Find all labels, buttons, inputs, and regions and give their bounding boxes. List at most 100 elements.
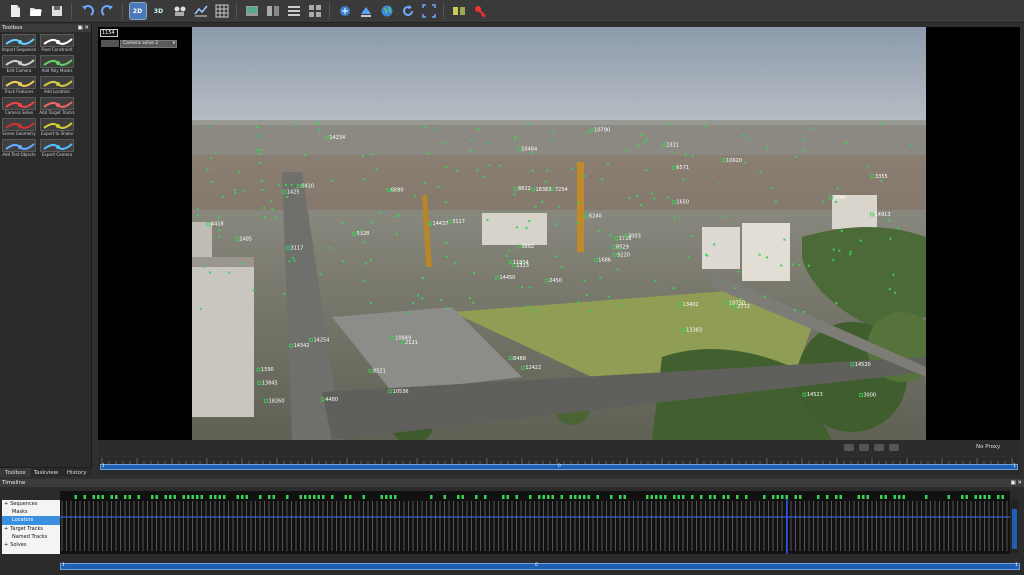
keyframe-marker[interactable] bbox=[700, 495, 703, 499]
keyframe-marker[interactable] bbox=[169, 495, 172, 499]
keyframe-marker[interactable] bbox=[547, 495, 550, 499]
keyframe-marker[interactable] bbox=[115, 495, 118, 499]
keyframe-marker[interactable] bbox=[475, 495, 478, 499]
proxy-label[interactable]: No Proxy bbox=[976, 444, 1000, 450]
keyframe-marker[interactable] bbox=[650, 495, 654, 499]
keyframe-marker[interactable] bbox=[596, 495, 600, 499]
keyframe-marker[interactable] bbox=[574, 495, 577, 499]
scrubber-bar[interactable]: 1 0 1 bbox=[100, 464, 1018, 470]
timeline-tracks[interactable] bbox=[60, 491, 1010, 554]
keyframe-marker[interactable] bbox=[349, 495, 352, 499]
keyframe-marker[interactable] bbox=[245, 495, 249, 499]
keyframe-marker[interactable] bbox=[322, 495, 325, 499]
timeline-range-bar[interactable]: 1 0 1 bbox=[60, 563, 1020, 570]
keyframe-marker[interactable] bbox=[578, 495, 582, 499]
keyframe-marker[interactable] bbox=[772, 495, 775, 499]
keyframe-marker[interactable] bbox=[173, 495, 177, 499]
keyframe-marker[interactable] bbox=[362, 495, 366, 499]
pin-icon[interactable]: ▣ bbox=[1010, 480, 1015, 486]
keyframe-marker[interactable] bbox=[286, 495, 289, 499]
keyframe-marker[interactable] bbox=[709, 495, 712, 499]
play-icon[interactable] bbox=[844, 444, 854, 451]
keyframe-marker[interactable] bbox=[763, 495, 766, 499]
keyframe-marker[interactable] bbox=[673, 495, 676, 499]
keyframe-marker[interactable] bbox=[304, 495, 307, 499]
keyframe-marker[interactable] bbox=[83, 495, 87, 499]
keyframe-marker[interactable] bbox=[659, 495, 663, 499]
tab-toolbox[interactable]: Toolbox bbox=[0, 468, 31, 477]
timeline-item-solves[interactable]: + Solves bbox=[2, 541, 60, 549]
keyframe-marker[interactable] bbox=[430, 495, 433, 499]
keyframe-marker[interactable] bbox=[241, 495, 244, 499]
3d-view-icon[interactable]: 3D bbox=[151, 3, 167, 19]
keyframe-marker[interactable] bbox=[997, 495, 1000, 499]
grid-icon[interactable] bbox=[214, 3, 230, 19]
keyframe-marker[interactable] bbox=[200, 495, 204, 499]
frame-counter[interactable]: 1154 bbox=[100, 29, 118, 37]
keyframe-marker[interactable] bbox=[646, 495, 649, 499]
keyframe-marker[interactable] bbox=[817, 495, 820, 499]
timeline-item-masks[interactable]: Masks bbox=[2, 508, 60, 516]
keyframe-marker[interactable] bbox=[560, 495, 564, 499]
solve-icon[interactable] bbox=[337, 3, 353, 19]
keyframe-marker[interactable] bbox=[236, 495, 240, 499]
tool-import-sequence[interactable]: Import Sequence bbox=[1, 34, 37, 54]
keyframe-marker[interactable] bbox=[727, 495, 730, 499]
keyframe-marker[interactable] bbox=[182, 495, 186, 499]
keyframe-marker[interactable] bbox=[979, 495, 982, 499]
keyframe-marker[interactable] bbox=[299, 495, 303, 499]
expand-icon[interactable]: + bbox=[4, 501, 8, 507]
timeline-item-target-tracks[interactable]: + Target Tracks bbox=[2, 525, 60, 533]
keyframe-marker[interactable] bbox=[394, 495, 397, 499]
keyframe-marker[interactable] bbox=[677, 495, 681, 499]
list-view-icon[interactable] bbox=[286, 3, 302, 19]
keyframe-marker[interactable] bbox=[736, 495, 739, 499]
keyframe-marker[interactable] bbox=[317, 495, 321, 499]
tool-camera-solve[interactable]: Camera Solve bbox=[1, 97, 37, 117]
gallery-icon[interactable] bbox=[451, 3, 467, 19]
close-icon[interactable]: ✕ bbox=[84, 25, 89, 31]
keyframe-marker[interactable] bbox=[776, 495, 780, 499]
keyframe-marker[interactable] bbox=[893, 495, 897, 499]
key-icon[interactable] bbox=[472, 3, 488, 19]
tool-target-tracks[interactable]: Add Target Tracks bbox=[39, 97, 75, 117]
keyframe-marker[interactable] bbox=[862, 495, 865, 499]
camera-color-swatch[interactable] bbox=[101, 40, 119, 47]
keyframe-marker[interactable] bbox=[902, 495, 906, 499]
keyframe-marker[interactable] bbox=[313, 495, 316, 499]
keyframe-marker[interactable] bbox=[457, 495, 460, 499]
timeline-item-named-tracks[interactable]: Named Tracks bbox=[2, 533, 60, 541]
new-file-icon[interactable] bbox=[7, 3, 23, 19]
tool-test-objects[interactable]: Add Test Objects bbox=[1, 139, 37, 159]
timeline-item-sequences[interactable]: + Sequences bbox=[2, 500, 60, 508]
keyframe-marker[interactable] bbox=[785, 495, 789, 499]
keyframe-marker[interactable] bbox=[97, 495, 100, 499]
export-icon[interactable] bbox=[358, 3, 374, 19]
pin-icon[interactable]: ▣ bbox=[77, 25, 82, 31]
camera-view-icon[interactable] bbox=[172, 3, 188, 19]
keyframe-marker[interactable] bbox=[722, 495, 726, 499]
keyframe-marker[interactable] bbox=[925, 495, 928, 499]
frame-scrubber[interactable]: 1 0 1 bbox=[98, 457, 1020, 475]
keyframe-marker[interactable] bbox=[551, 495, 555, 499]
globe-icon[interactable] bbox=[379, 3, 395, 19]
timeline-item-locators[interactable]: Locators bbox=[2, 516, 60, 525]
keyframe-marker[interactable] bbox=[610, 495, 613, 499]
tool-pixel-constraint[interactable]: Pixel Constraint bbox=[39, 34, 75, 54]
keyframe-marker[interactable] bbox=[515, 495, 519, 499]
viewport[interactable]: 2450 1425 1313 1590 1733 2121 2321 7254 6571 1686… bbox=[98, 27, 1020, 440]
keyframe-marker[interactable] bbox=[461, 495, 465, 499]
tool-export-camera[interactable]: Export Camera bbox=[39, 139, 75, 159]
tool-add-location[interactable]: Add Location bbox=[39, 76, 75, 96]
camera-select[interactable]: Camera solve 2 ▾ bbox=[120, 40, 177, 48]
stop-icon[interactable] bbox=[859, 444, 869, 451]
scroll-thumb[interactable] bbox=[1012, 509, 1017, 549]
loop-icon[interactable] bbox=[874, 444, 884, 451]
keyframe-marker[interactable] bbox=[857, 495, 861, 499]
keyframe-marker[interactable] bbox=[214, 495, 217, 499]
keyframe-marker[interactable] bbox=[209, 495, 213, 499]
tool-export-shake[interactable]: Export to Shake bbox=[39, 118, 75, 138]
keyframe-marker[interactable] bbox=[191, 495, 195, 499]
keyframe-marker[interactable] bbox=[443, 495, 447, 499]
keyframe-marker[interactable] bbox=[164, 495, 168, 499]
